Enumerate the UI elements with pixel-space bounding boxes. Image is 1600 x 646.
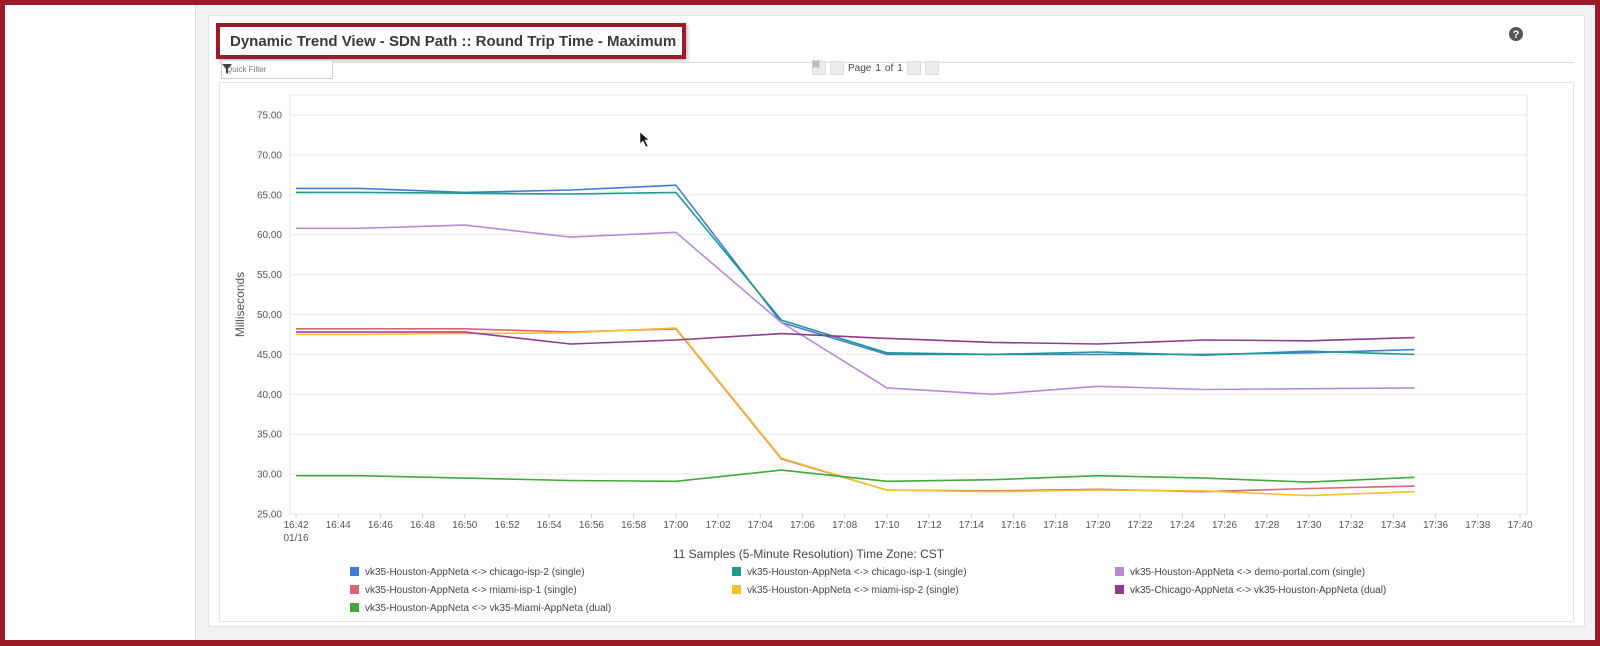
pager: Page 1 of 1	[812, 60, 939, 76]
x-tick-label: 17:34	[1381, 520, 1406, 531]
prev-page-button[interactable]	[813, 60, 844, 75]
x-tick-label: 17:08	[832, 520, 857, 531]
quick-filter[interactable]	[221, 61, 333, 79]
x-tick-label: 17:04	[748, 520, 773, 531]
y-tick-label: 75.00	[257, 110, 282, 121]
x-tick-label: 17:16	[1001, 520, 1026, 531]
x-tick-label: 16:54	[537, 520, 562, 531]
legend-swatch	[1115, 567, 1124, 576]
x-tick-label: 16:48	[410, 520, 435, 531]
x-tick-label: 17:12	[917, 520, 942, 531]
total-pages: 1	[897, 62, 903, 74]
legend-swatch	[350, 585, 359, 594]
of-label: of	[884, 62, 894, 74]
y-tick-label: 30.00	[257, 470, 282, 481]
title-highlight: Dynamic Trend View - SDN Path :: Round T…	[216, 23, 686, 59]
x-tick-label: 17:30	[1296, 520, 1321, 531]
y-tick-label: 40.00	[257, 390, 282, 401]
y-tick-label: 65.00	[257, 190, 282, 201]
x-tick-label: 16:56	[579, 520, 604, 531]
legend-swatch	[350, 567, 359, 576]
x-tick-label: 17:02	[706, 520, 731, 531]
x-date-label: 01/16	[283, 533, 308, 544]
legend-label: vk35-Houston-AppNeta <-> demo-portal.com…	[1130, 567, 1365, 578]
plot-frame	[289, 94, 1528, 515]
legend-label: vk35-Houston-AppNeta <-> miami-isp-1 (si…	[365, 585, 577, 596]
workspace: Dynamic Trend View - SDN Path :: Round T…	[196, 5, 1595, 640]
y-axis-title: Milliseconds	[233, 272, 247, 337]
x-tick-label: 17:28	[1254, 520, 1279, 531]
x-axis-title: 11 Samples (5-Minute Resolution) Time Zo…	[673, 547, 945, 561]
x-tick-label: 16:42	[283, 520, 308, 531]
x-tick-label: 16:46	[368, 520, 393, 531]
series-line-2	[296, 191, 1415, 357]
y-tick-label: 25.00	[257, 510, 282, 521]
legend-swatch	[350, 603, 359, 612]
left-pane	[5, 5, 196, 640]
x-tick-label: 17:26	[1212, 520, 1237, 531]
x-tick-label: 17:36	[1423, 520, 1448, 531]
x-tick-label: 17:10	[874, 520, 899, 531]
x-tick-label: 17:32	[1339, 520, 1364, 531]
x-tick-label: 17:20	[1085, 520, 1110, 531]
page-label: Page	[848, 62, 872, 74]
x-tick-label: 17:22	[1128, 520, 1153, 531]
series-line-3	[296, 224, 1415, 396]
y-tick-label: 45.00	[257, 350, 282, 361]
y-tick-label: 35.00	[257, 430, 282, 441]
trend-panel: Dynamic Trend View - SDN Path :: Round T…	[208, 15, 1585, 627]
last-page-button[interactable]	[812, 60, 939, 75]
window-frame: Dynamic Trend View - SDN Path :: Round T…	[0, 0, 1600, 646]
line-chart: 25.00 30.00 35.00 40.00 45.00 50.00 55.00 60.00…	[233, 94, 1533, 614]
legend-label: vk35-Houston-AppNeta <-> vk35-Miami-AppN…	[365, 603, 611, 614]
x-tick-label: 16:44	[326, 520, 351, 531]
legend-swatch	[732, 567, 741, 576]
x-tick-label: 17:38	[1465, 520, 1490, 531]
mouse-cursor	[639, 131, 650, 148]
quick-filter-input[interactable]	[226, 63, 314, 75]
legend-label: vk35-Houston-AppNeta <-> chicago-isp-1 (…	[747, 567, 967, 578]
legend-label: vk35-Chicago-AppNeta <-> vk35-Houston-Ap…	[1130, 585, 1386, 596]
help-icon[interactable]: ?	[1509, 26, 1584, 42]
x-tick-label: 17:14	[959, 520, 984, 531]
x-tick-label: 17:18	[1043, 520, 1068, 531]
x-tick-label: 17:24	[1170, 520, 1195, 531]
filter-icon[interactable]	[222, 64, 232, 74]
x-tick-label: 16:50	[452, 520, 477, 531]
y-tick-label: 70.00	[257, 150, 282, 161]
legend-label: vk35-Houston-AppNeta <-> miami-isp-2 (si…	[747, 585, 959, 596]
x-tick-label: 17:06	[790, 520, 815, 531]
chart-area: 25.00 30.00 35.00 40.00 45.00 50.00 55.00 60.00…	[219, 82, 1574, 622]
y-tick-label: 50.00	[257, 310, 282, 321]
y-tick-label: 60.00	[257, 230, 282, 241]
x-tick-label: 17:40	[1507, 520, 1532, 531]
x-tick-label: 17:00	[663, 520, 688, 531]
x-tick-label: 16:52	[495, 520, 520, 531]
legend-label: vk35-Houston-AppNeta <-> chicago-isp-2 (…	[365, 567, 585, 578]
legend-swatch	[732, 585, 741, 594]
panel-toolbar: ?	[1508, 26, 1584, 42]
panel-title: Dynamic Trend View - SDN Path :: Round T…	[230, 33, 677, 50]
legend-swatch	[1115, 585, 1124, 594]
next-page-button[interactable]	[814, 60, 921, 75]
x-tick-label: 16:58	[621, 520, 646, 531]
y-tick-label: 55.00	[257, 270, 282, 281]
current-page: 1	[875, 62, 881, 74]
svg-text:?: ?	[1513, 29, 1520, 41]
gear-icon[interactable]	[1510, 26, 1554, 42]
